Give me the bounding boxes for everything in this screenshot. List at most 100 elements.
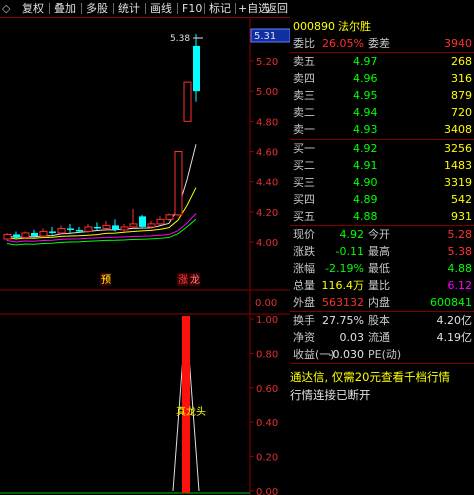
stat-value: 563132 [322,296,364,309]
candle-body [139,216,146,227]
level-label: 买三 [293,176,315,189]
level-price: 4.92 [353,142,378,155]
bid-level[interactable]: 买四 4.89 542 [290,191,474,208]
stat-label: 外盘 [293,296,315,309]
ask-level[interactable]: 卖二 4.94 720 [290,104,474,121]
add-favorite-button[interactable]: +自选 [238,1,269,16]
mark-button[interactable]: 标记 [209,1,231,16]
stat-row: 总量 116.4万 量比 6.12 [290,277,474,294]
fin-label: 换手 [293,314,315,327]
candle-body [31,232,38,236]
limit-up-tag-text: 涨 [178,274,188,286]
toolbar-divider [81,3,82,14]
indicator-axis-label: 0.00 [256,487,278,495]
fin-row: 收益(一) -0.030 PE(动) [290,346,474,363]
indicator-axis-label: 0.60 [256,384,278,395]
f10-button[interactable]: F10 [182,1,202,16]
level-label: 买五 [293,210,315,223]
weibi-label: 委比 [293,37,315,50]
stat-value: 5.28 [447,228,473,241]
bid-level[interactable]: 买三 4.90 3319 [290,174,474,191]
candle-body [174,151,183,216]
fin-value: 0.03 [339,331,365,344]
promo-link[interactable]: 通达信, 仅需20元查看千档行情 [290,369,474,386]
stat-value: 4.88 [447,262,473,275]
indicator-bar [182,316,190,493]
stat-value: -2.19% [325,262,364,275]
ask-level[interactable]: 卖五 4.97 268 [290,53,474,70]
ask-level[interactable]: 卖三 4.95 879 [290,87,474,104]
close-icon[interactable]: ◇ [2,1,10,16]
candle-body [3,233,12,240]
back-button[interactable]: 返回 [266,1,288,16]
ask-level[interactable]: 卖一 4.93 3408 [290,121,474,138]
weibi-row: 委比 26.05% 委差 3940 [290,35,474,52]
candle-body [102,224,111,229]
fin-value: 4.20亿 [436,314,473,327]
price-axis: 5.20 5.00 4.80 4.60 4.40 4.20 4.00 [256,57,278,249]
stat-row: 现价 4.92 今开 5.28 [290,226,474,243]
level-volume: 3408 [444,123,472,136]
weicha-value: 3940 [444,37,472,50]
stat-row: 外盘 563132 内盘 600841 [290,294,474,311]
price-axis-label: 5.20 [256,57,278,68]
multi-stock-button[interactable]: 多股 [86,1,108,16]
candle-body [183,81,192,122]
indicator-axis-label: 0.40 [256,418,278,429]
candle-body [49,231,56,233]
stat-label: 今开 [368,228,390,241]
stat-value: -0.11 [335,245,364,258]
candle-body [129,223,138,228]
fuquan-button[interactable]: 复权 [22,1,44,16]
candle-body [94,226,101,229]
indicator-axis-label: 1.00 [256,315,278,326]
overlay-button[interactable]: 叠加 [54,1,76,16]
level-price: 4.93 [353,123,378,136]
stat-row: 涨跌 -0.11 最高 5.38 [290,243,474,260]
stat-label: 涨幅 [293,262,315,275]
stock-code: 000890 [293,20,335,33]
ask-level[interactable]: 卖四 4.96 316 [290,70,474,87]
candlesticks [3,33,200,241]
price-axis-label: 4.40 [256,178,278,189]
statistics-button[interactable]: 统计 [118,1,140,16]
level-label: 卖五 [293,55,315,68]
level-volume: 1483 [444,159,472,172]
level-price: 4.97 [353,55,378,68]
level-label: 卖一 [293,123,315,136]
indicator-label: 真龙头 [176,405,206,418]
level-volume: 879 [451,89,472,102]
level-label: 买四 [293,193,315,206]
candle-body [156,218,165,225]
bid-level[interactable]: 买一 4.92 3256 [290,140,474,157]
bid-level[interactable]: 买二 4.91 1483 [290,157,474,174]
candle-body [120,226,129,231]
fin-value: 27.75% [322,314,364,327]
draw-line-button[interactable]: 画线 [150,1,172,16]
weicha-label: 委差 [368,37,390,50]
level-price: 4.90 [353,176,378,189]
price-axis-label: 4.00 [256,238,278,249]
toolbar-divider [235,3,236,14]
price-axis-label: 4.80 [256,117,278,128]
stock-name: 法尔胜 [338,20,371,33]
divider [290,363,474,364]
stat-value: 5.38 [447,245,473,258]
candle-body [57,227,66,234]
bid-level[interactable]: 买五 4.88 931 [290,208,474,225]
candle-body [21,232,30,238]
stat-label: 总量 [293,279,315,292]
chart-toolbar: ◇ 复权 叠加 多股 统计 画线 F10 标记 +自选 返回 [0,0,290,18]
stat-label: 内盘 [368,296,390,309]
indicator-axis-label: 0.80 [256,349,278,360]
level-volume: 542 [451,193,472,206]
stat-value: 600841 [430,296,472,309]
price-tag-text: 5.31 [254,31,276,42]
price-grid [250,60,254,243]
stat-value: 116.4万 [321,279,365,292]
toolbar-divider [113,3,114,14]
stat-row: 涨幅 -2.19% 最低 4.88 [290,260,474,277]
connection-status: 行情连接已断开 [290,388,371,402]
stat-label: 现价 [293,228,315,241]
kline-chart[interactable]: 5.20 5.00 4.80 4.60 4.40 4.20 4.00 5.31 5.38 预… [0,17,290,495]
